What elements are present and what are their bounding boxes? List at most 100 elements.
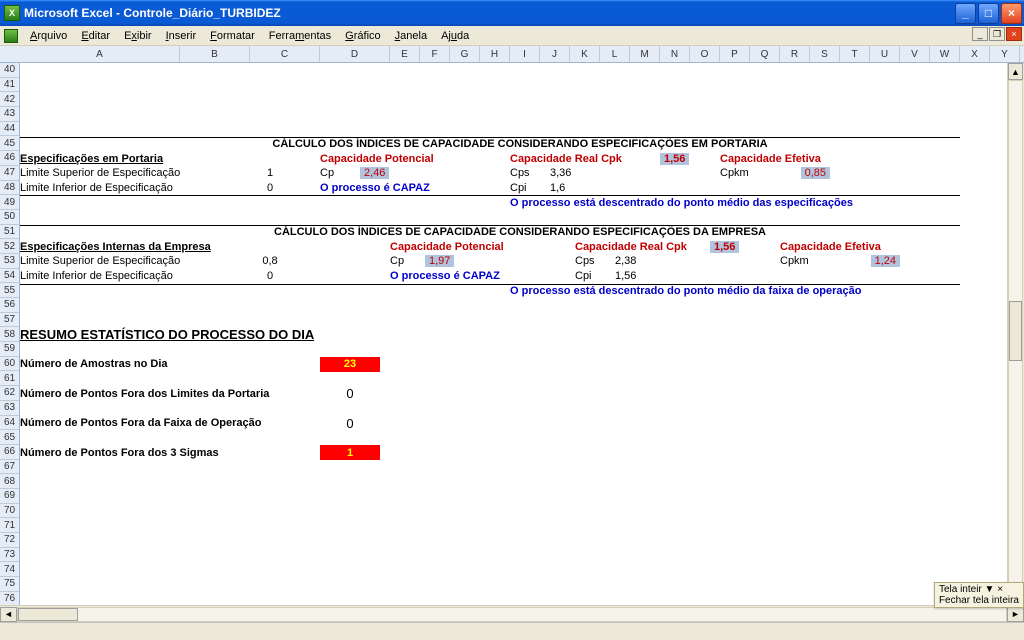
row-header-49[interactable]: 49 — [0, 195, 19, 210]
row-header-68[interactable]: 68 — [0, 474, 19, 489]
col-header-W[interactable]: W — [930, 46, 960, 62]
minimize-button[interactable]: _ — [955, 3, 976, 24]
cpkm-val2[interactable]: 1,24 — [830, 254, 900, 269]
menu-exibir[interactable]: Exibir — [118, 28, 158, 44]
cap-efetiva-label2[interactable]: Capacidade Efetiva — [780, 239, 980, 254]
cap-real-label[interactable]: Capacidade Real Cpk — [510, 151, 680, 166]
lie-label2[interactable]: Limite Inferior de Especificação — [20, 269, 240, 284]
cps-label2[interactable]: Cps — [575, 254, 610, 269]
col-header-H[interactable]: H — [480, 46, 510, 62]
col-header-Y[interactable]: Y — [990, 46, 1020, 62]
row-header-57[interactable]: 57 — [0, 313, 19, 328]
row-header-55[interactable]: 55 — [0, 283, 19, 298]
sigmas-label[interactable]: Número de Pontos Fora dos 3 Sigmas — [20, 445, 320, 460]
row-header-66[interactable]: 66 — [0, 445, 19, 460]
row-header-47[interactable]: 47 — [0, 166, 19, 181]
cp-val[interactable]: 2,46 — [360, 166, 410, 181]
lie-val[interactable]: 0 — [250, 181, 290, 196]
mdi-restore[interactable]: ❐ — [989, 27, 1005, 41]
cap-efetiva-label[interactable]: Capacidade Efetiva — [720, 151, 920, 166]
cps-label[interactable]: Cps — [510, 166, 545, 181]
col-header-L[interactable]: L — [600, 46, 630, 62]
sigmas-val[interactable]: 1 — [320, 445, 380, 460]
cp-val2[interactable]: 1,97 — [425, 254, 475, 269]
cap-potencial-label[interactable]: Capacidade Potencial — [320, 151, 500, 166]
row-header-74[interactable]: 74 — [0, 562, 19, 577]
portaria-val[interactable]: 0 — [320, 386, 380, 401]
row-header-60[interactable]: 60 — [0, 357, 19, 372]
col-header-A[interactable]: A — [20, 46, 180, 62]
cpkm-label2[interactable]: Cpkm — [780, 254, 830, 269]
menu-janela[interactable]: Janela — [389, 28, 433, 44]
processo-capaz[interactable]: O processo é CAPAZ — [320, 181, 520, 196]
faixa-val[interactable]: 0 — [320, 416, 380, 431]
cap-real-val2[interactable]: 1,56 — [710, 239, 750, 254]
col-header-X[interactable]: X — [960, 46, 990, 62]
cp-label2[interactable]: Cp — [390, 254, 420, 269]
cpi-val2[interactable]: 1,56 — [615, 269, 655, 284]
menu-arquivo[interactable]: Arquivo — [24, 28, 73, 44]
vscroll-thumb[interactable] — [1009, 301, 1022, 361]
row-header-53[interactable]: 53 — [0, 254, 19, 269]
close-button[interactable]: × — [1001, 3, 1022, 24]
col-header-I[interactable]: I — [510, 46, 540, 62]
spec-empresa-title[interactable]: Especificações Internas da Empresa — [20, 239, 280, 254]
col-header-N[interactable]: N — [660, 46, 690, 62]
row-header-50[interactable]: 50 — [0, 210, 19, 225]
amostras-label[interactable]: Número de Amostras no Dia — [20, 357, 320, 372]
cell-grid[interactable]: CÁLCULO DOS ÍNDICES DE CAPACIDADE CONSID… — [20, 63, 1007, 605]
col-header-G[interactable]: G — [450, 46, 480, 62]
col-header-C[interactable]: C — [250, 46, 320, 62]
mdi-minimize[interactable]: _ — [972, 27, 988, 41]
row-header-48[interactable]: 48 — [0, 181, 19, 196]
col-header-V[interactable]: V — [900, 46, 930, 62]
row-header-43[interactable]: 43 — [0, 107, 19, 122]
vertical-scrollbar[interactable]: ▲ ▼ — [1007, 63, 1024, 605]
row-header-72[interactable]: 72 — [0, 533, 19, 548]
processo-capaz2[interactable]: O processo é CAPAZ — [390, 269, 590, 284]
col-header-O[interactable]: O — [690, 46, 720, 62]
menu-inserir[interactable]: Inserir — [160, 28, 203, 44]
cap-real-val[interactable]: 1,56 — [660, 151, 700, 166]
row-header-75[interactable]: 75 — [0, 577, 19, 592]
row-header-70[interactable]: 70 — [0, 504, 19, 519]
resumo-title[interactable]: RESUMO ESTATÍSTICO DO PROCESSO DO DIA — [20, 328, 520, 343]
row-header-63[interactable]: 63 — [0, 401, 19, 416]
fullscreen-toolbar[interactable]: Tela inteir ▼ × Fechar tela inteira — [934, 582, 1024, 608]
row-header-62[interactable]: 62 — [0, 386, 19, 401]
row-header-56[interactable]: 56 — [0, 298, 19, 313]
cps-val2[interactable]: 2,38 — [615, 254, 655, 269]
menu-grafico[interactable]: Gráfico — [339, 28, 386, 44]
lse-val2[interactable]: 0,8 — [250, 254, 290, 269]
col-header-Q[interactable]: Q — [750, 46, 780, 62]
row-header-44[interactable]: 44 — [0, 122, 19, 137]
col-header-D[interactable]: D — [320, 46, 390, 62]
heading-empresa[interactable]: CÁLCULO DOS ÍNDICES DE CAPACIDADE CONSID… — [220, 225, 820, 240]
lse-label[interactable]: Limite Superior de Especificação — [20, 166, 240, 181]
menu-ajuda[interactable]: Ajuda — [435, 28, 475, 44]
col-header-S[interactable]: S — [810, 46, 840, 62]
col-header-E[interactable]: E — [390, 46, 420, 62]
row-header-40[interactable]: 40 — [0, 63, 19, 78]
horizontal-scrollbar[interactable]: ◄ ► — [0, 605, 1024, 622]
row-header-61[interactable]: 61 — [0, 371, 19, 386]
row-header-71[interactable]: 71 — [0, 518, 19, 533]
row-header-69[interactable]: 69 — [0, 489, 19, 504]
spec-portaria-title[interactable]: Especificações em Portaria — [20, 151, 240, 166]
close-fullscreen-button[interactable]: Fechar tela inteira — [939, 595, 1019, 606]
lse-val[interactable]: 1 — [250, 166, 290, 181]
row-header-52[interactable]: 52 — [0, 239, 19, 254]
row-header-54[interactable]: 54 — [0, 269, 19, 284]
scroll-up[interactable]: ▲ — [1008, 63, 1023, 80]
lie-label[interactable]: Limite Inferior de Especificação — [20, 181, 240, 196]
row-header-65[interactable]: 65 — [0, 430, 19, 445]
row-header-46[interactable]: 46 — [0, 151, 19, 166]
cpkm-val[interactable]: 0,85 — [770, 166, 830, 181]
menu-editar[interactable]: Editar — [75, 28, 116, 44]
row-header-45[interactable]: 45 — [0, 136, 19, 151]
scroll-left[interactable]: ◄ — [0, 607, 17, 622]
row-header-67[interactable]: 67 — [0, 460, 19, 475]
worksheet-area[interactable]: ABCDEFGHIJKLMNOPQRSTUVWXY 40414243444546… — [0, 46, 1024, 622]
lse-label2[interactable]: Limite Superior de Especificação — [20, 254, 240, 269]
hscroll-thumb[interactable] — [18, 608, 78, 621]
